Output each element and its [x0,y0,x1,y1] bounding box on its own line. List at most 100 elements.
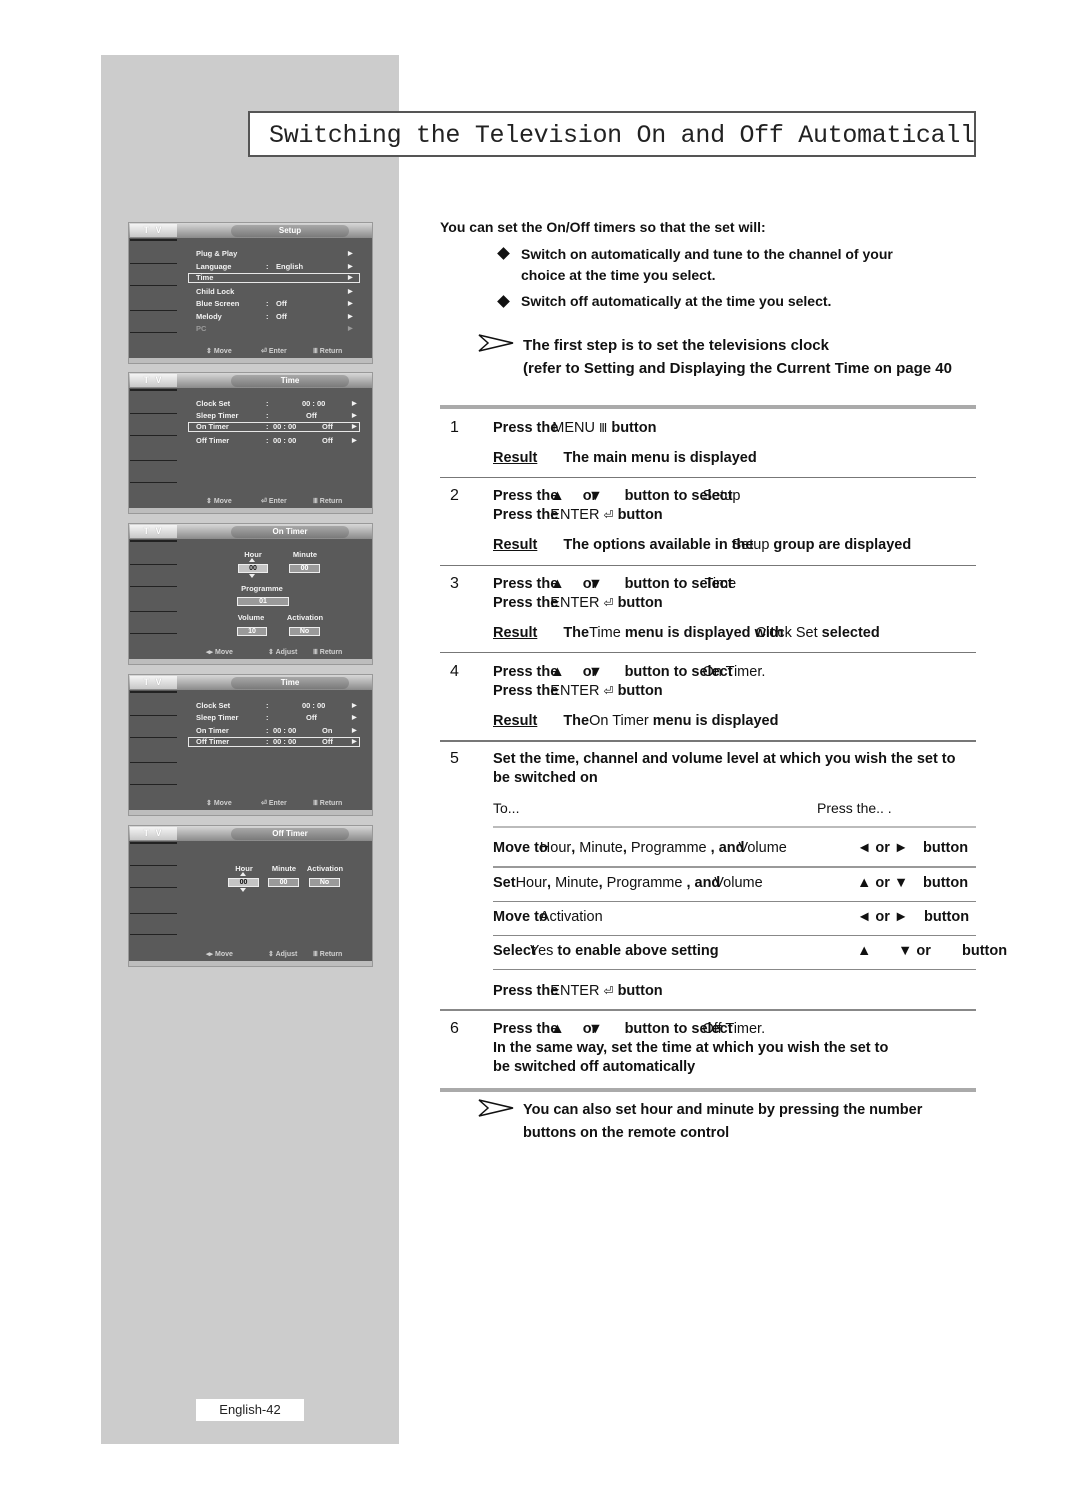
step-5-instruction: Set the time, channel and volume level a… [493,751,956,767]
up-arrow-icon: ▲ [550,576,565,592]
menu-item[interactable]: Blue Screen: Off ▶ [196,299,362,309]
step-divider [440,565,976,566]
move-hint: ⇕ Move [206,348,232,355]
hour-field[interactable]: 00 [228,878,259,887]
step-6-text: In the same way, set the time at which y… [493,1040,889,1056]
enter-button-icon: ⏎ [603,596,614,610]
step-number: 2 [450,487,459,504]
table-row-button: button [923,840,969,856]
step-divider [440,740,976,742]
menu-item-selected[interactable]: On Timer:00 : 00 Off ▶ [188,422,360,432]
menu-item[interactable]: Sleep Timer: Off ▶ [196,713,362,723]
activation-label: Activation [306,864,344,873]
step-number: 4 [450,663,459,680]
column-header-press: Press the.. . [817,800,892,816]
page-title-box: Switching the Television On and Off Auto… [248,111,976,157]
step-3-instruction: Press the▲ or▼ button to selectTime [493,576,737,592]
osd-on-timer-screen: T V On Timer Hour Minute 00 00 Programme… [128,523,373,665]
table-row: Move toHour, Minute, Programme , andVolu… [493,840,787,856]
enter-icon: ⏎ [261,498,267,505]
column-header-to: To... [493,800,520,816]
step-3-enter: Press theENTER ⏎ button [493,595,663,611]
step-5-enter: Press theENTER ⏎ button [493,983,663,999]
step-divider [440,1009,976,1011]
updown-icon: ⇕ [268,951,274,958]
enter-button-icon: ⏎ [603,684,614,698]
menu-item-disabled: PC ▶ [196,324,353,333]
page-number: English-42 [196,1399,304,1421]
diamond-bullet-icon [497,295,510,308]
table-row-key-up: ▲ [857,943,872,959]
step-6-instruction: Press the▲ or▼ button to selectOff Timer… [493,1021,766,1037]
menu-title: Off Timer [231,828,349,840]
table-row-button: button [924,909,970,925]
menu-title: On Timer [231,526,349,538]
step-divider [440,652,976,653]
menu-item[interactable]: On Timer:00 : 00 On ▶ [196,726,362,736]
tv-tab: T V [130,374,177,387]
enter-button-icon: ⏎ [603,508,614,522]
menu-title: Time [231,375,349,387]
step-1-result: Result The main menu is displayed [493,450,757,466]
menu-title: Time [231,677,349,689]
menu-key: MENU [552,420,595,436]
bullet-text: Switch on automatically and tune to the … [521,246,893,262]
bullet-text: Switch off automatically at the time you… [521,293,832,309]
table-row-keys: ◄ or ► [857,840,909,856]
step-6-text: be switched off automatically [493,1059,696,1075]
up-arrow-icon: ▲ [550,1021,565,1037]
menu-item[interactable]: Child Lock ▶ [196,287,362,297]
minute-label: Minute [292,550,318,559]
minute-field[interactable]: 00 [289,564,320,573]
osd-time-screen: T V Time Clock Set:00 : 00 ▶ Sleep Timer:… [128,372,373,514]
table-row: SetHour, Minute, Programme , andVolume [493,875,763,891]
step-4-instruction: Press the▲ or▼ button to selectOn Timer. [493,664,766,680]
menu-button-icon: Ⅲ [599,421,608,435]
activation-label: Activation [286,613,324,622]
menu-icon: Ⅲ [313,348,318,355]
volume-label: Volume [237,613,265,622]
tv-tab: T V [130,525,177,538]
table-row: SelectYes to enable above setting [493,943,719,959]
enter-button-icon: ⏎ [603,984,614,998]
menu-item[interactable]: Melody: Off ▶ [196,312,362,322]
menu-item-selected[interactable]: Off Timer:00 : 00 Off ▶ [188,737,360,747]
diamond-bullet-icon [497,247,510,260]
note-text: (refer to Setting and Displaying the Cur… [523,360,952,377]
step-number: 3 [450,575,459,592]
updown-icon: ⇕ [206,800,212,807]
volume-field[interactable]: 10 [237,627,267,636]
menu-icon: Ⅲ [313,951,318,958]
table-row-key-down: ▼ or [898,943,931,959]
menu-item[interactable]: Clock Set:00 : 00 ▶ [196,701,362,711]
menu-item[interactable]: Clock Set:00 : 00 ▶ [196,399,362,409]
menu-title: Setup [231,225,349,237]
hour-field[interactable]: 00 [238,564,268,573]
step-4-enter: Press theENTER ⏎ button [493,683,663,699]
activation-field[interactable]: No [289,627,320,636]
osd-time-screen-2: T V Time Clock Set:00 : 00 ▶ Sleep Timer:… [128,674,373,816]
activation-field[interactable]: No [309,878,340,887]
menu-item[interactable]: Plug & PlayLanguage:English▶ [196,262,362,272]
tv-tab: T V [130,676,177,689]
menu-item-selected[interactable]: Time ▶ [188,273,360,283]
menu-icon: Ⅲ [313,498,318,505]
enter-icon: ⏎ [261,348,267,355]
leftright-icon: ◂▸ [206,951,214,958]
menu-item[interactable]: Off Timer:00 : 00 Off ▶ [196,436,362,446]
minute-label: Minute [271,864,297,873]
osd-off-timer-screen: T V Off Timer Hour Minute Activation 00 … [128,825,373,967]
minute-field[interactable]: 00 [268,878,299,887]
menu-item[interactable]: Plug & Play ▶ [196,249,362,259]
note-text: You can also set hour and minute by pres… [523,1102,923,1118]
section-divider [440,1088,976,1092]
step-number: 5 [450,750,459,767]
updown-icon: ⇕ [268,649,274,656]
menu-item[interactable]: Sleep Timer: Off ▶ [196,411,362,421]
section-divider [440,405,976,409]
down-arrow-icon: ▼ [588,576,603,592]
updown-icon: ⇕ [206,348,212,355]
table-row-keys: ◄ or ► [857,909,909,925]
programme-field[interactable]: 01 [237,597,289,606]
note-text: buttons on the remote control [523,1125,730,1141]
